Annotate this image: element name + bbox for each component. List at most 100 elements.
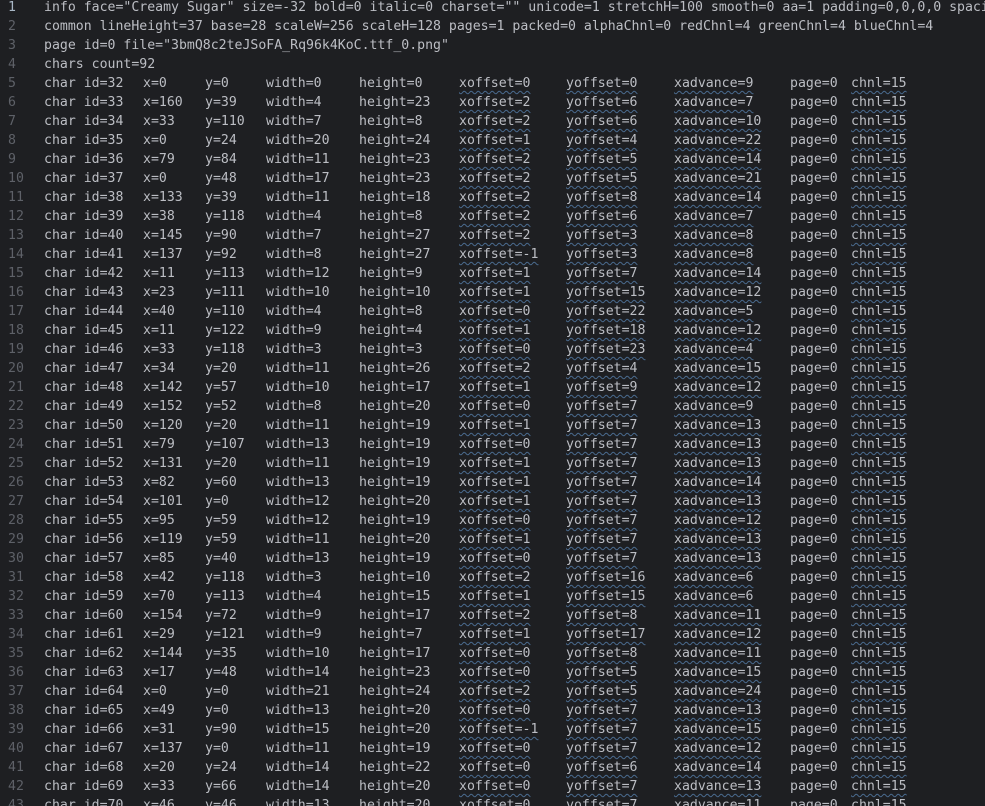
code-line[interactable]: 41 char id=68 x=20 y=24 width=14 height=22 xof… <box>0 758 985 777</box>
code-line[interactable]: 19 char id=46 x=33 y=118 width=3 height=3 xoff… <box>0 340 985 359</box>
code-token: page=0 <box>790 228 838 243</box>
code-token: page=0 <box>790 133 838 148</box>
code-token: height=23 <box>359 95 431 110</box>
code-token: yoffset=7 <box>566 456 638 471</box>
code-token: height=10 <box>359 285 431 300</box>
code-line[interactable]: 39 char id=66 x=31 y=90 width=15 height=20 xof… <box>0 720 985 739</box>
code-token: xadvance=11 <box>674 646 762 661</box>
code-token: x=131 <box>143 456 183 471</box>
code-token: xoffset=1 <box>459 475 531 490</box>
code-token: xoffset=1 <box>459 494 531 509</box>
code-token: height=23 <box>359 171 431 186</box>
code-token: chnl=15 <box>851 171 907 186</box>
code-line[interactable]: 4 chars count=92 <box>0 55 985 74</box>
code-token: chnl=15 <box>851 247 907 262</box>
code-token: char id=34 <box>44 114 124 129</box>
code-line[interactable]: 25 char id=52 x=131 y=20 width=11 height=19 xo… <box>0 454 985 473</box>
code-token: chnl=15 <box>851 494 907 509</box>
code-token: y=0 <box>205 741 229 756</box>
code-line[interactable]: 40 char id=67 x=137 y=0 width=11 height=19 xof… <box>0 739 985 758</box>
code-line[interactable]: 17 char id=44 x=40 y=110 width=4 height=8 xoff… <box>0 302 985 321</box>
code-line[interactable]: 38 char id=65 x=49 y=0 width=13 height=20 xoff… <box>0 701 985 720</box>
line-number: 3 <box>8 38 16 53</box>
code-token: xadvance=13 <box>674 779 762 794</box>
code-line[interactable]: 37 char id=64 x=0 y=0 width=21 height=24 xoffs… <box>0 682 985 701</box>
code-token: xadvance=11 <box>674 608 762 623</box>
code-line[interactable]: 5 char id=32 x=0 y=0 width=0 height=0 xoffset=… <box>0 74 985 93</box>
code-token: page=0 <box>790 456 838 471</box>
code-token: yoffset=5 <box>566 684 638 699</box>
code-token: height=18 <box>359 190 431 205</box>
code-token: width=10 <box>266 285 330 300</box>
code-token: page=0 <box>790 304 838 319</box>
code-line[interactable]: 43 char id=70 x=46 y=46 width=13 height=20 xof… <box>0 796 985 806</box>
code-line[interactable]: 16 char id=43 x=23 y=111 width=10 height=10 xo… <box>0 283 985 302</box>
code-token: x=0 <box>143 133 167 148</box>
code-line[interactable]: 9 char id=36 x=79 y=84 width=11 height=23 xoff… <box>0 150 985 169</box>
code-token: height=9 <box>359 266 423 281</box>
code-token: y=48 <box>205 171 237 186</box>
code-line[interactable]: 15 char id=42 x=11 y=113 width=12 height=9 xof… <box>0 264 985 283</box>
code-line[interactable]: 1 info face="Creamy Sugar" size=-32 bold=… <box>0 0 985 17</box>
code-token: chnl=15 <box>851 133 907 148</box>
code-line[interactable]: 8 char id=35 x=0 y=24 width=20 height=24 xoffs… <box>0 131 985 150</box>
line-number: 30 <box>8 551 24 566</box>
code-token: width=11 <box>266 361 330 376</box>
code-line[interactable]: 30 char id=57 x=85 y=40 width=13 height=19 xof… <box>0 549 985 568</box>
code-line[interactable]: 3 page id=0 file="3bmQ8c2teJSoFA_Rq96k4Ko… <box>0 36 985 55</box>
code-line[interactable]: 18 char id=45 x=11 y=122 width=9 height=4 xoff… <box>0 321 985 340</box>
code-token: height=20 <box>359 722 431 737</box>
code-line[interactable]: 26 char id=53 x=82 y=60 width=13 height=19 xof… <box>0 473 985 492</box>
code-line[interactable]: 34 char id=61 x=29 y=121 width=9 height=7 xoff… <box>0 625 985 644</box>
code-line[interactable]: 2 common lineHeight=37 base=28 scaleW=256… <box>0 17 985 36</box>
code-token: x=82 <box>143 475 175 490</box>
code-line[interactable]: 36 char id=63 x=17 y=48 width=14 height=23 xof… <box>0 663 985 682</box>
code-line[interactable]: 31 char id=58 x=42 y=118 width=3 height=10 xof… <box>0 568 985 587</box>
code-line[interactable]: 7 char id=34 x=33 y=110 width=7 height=8 xoffs… <box>0 112 985 131</box>
code-token: yoffset=6 <box>566 95 638 110</box>
code-token: yoffset=4 <box>566 361 638 376</box>
code-token: width=0 <box>266 76 322 91</box>
code-line[interactable]: 29 char id=56 x=119 y=59 width=11 height=20 xo… <box>0 530 985 549</box>
code-line[interactable]: 28 char id=55 x=95 y=59 width=12 height=19 xof… <box>0 511 985 530</box>
code-token: char id=32 <box>44 76 124 91</box>
code-line[interactable]: 42 char id=69 x=33 y=66 width=14 height=20 xof… <box>0 777 985 796</box>
text-editor[interactable]: 1 info face="Creamy Sugar" size=-32 bold=… <box>0 0 985 806</box>
code-token: y=40 <box>205 551 237 566</box>
code-token: char id=37 <box>44 171 124 186</box>
line-number: 40 <box>8 741 24 756</box>
code-line[interactable]: 27 char id=54 x=101 y=0 width=12 height=20 xof… <box>0 492 985 511</box>
code-line[interactable]: 22 char id=49 x=152 y=52 width=8 height=20 xof… <box>0 397 985 416</box>
code-token: chnl=15 <box>851 323 907 338</box>
code-line[interactable]: 10 char id=37 x=0 y=48 width=17 height=23 xoff… <box>0 169 985 188</box>
code-token: page=0 <box>790 190 838 205</box>
code-token: page=0 <box>790 570 838 585</box>
code-token: width=11 <box>266 152 330 167</box>
code-line[interactable]: 12 char id=39 x=38 y=118 width=4 height=8 xoff… <box>0 207 985 226</box>
code-token: xadvance=12 <box>674 323 762 338</box>
code-token: page=0 <box>790 399 838 414</box>
code-line[interactable]: 33 char id=60 x=154 y=72 width=9 height=17 xof… <box>0 606 985 625</box>
code-line[interactable]: 35 char id=62 x=144 y=35 width=10 height=17 xo… <box>0 644 985 663</box>
line-number: 19 <box>8 342 24 357</box>
code-token: x=137 <box>143 741 183 756</box>
code-token: height=4 <box>359 323 423 338</box>
code-token: yoffset=7 <box>566 513 638 528</box>
code-line[interactable]: 24 char id=51 x=79 y=107 width=13 height=19 xo… <box>0 435 985 454</box>
code-line[interactable]: 20 char id=47 x=34 y=20 width=11 height=26 xof… <box>0 359 985 378</box>
line-number: 5 <box>8 76 16 91</box>
line-number: 13 <box>8 228 24 243</box>
code-line[interactable]: 14 char id=41 x=137 y=92 width=8 height=27 xof… <box>0 245 985 264</box>
code-token: yoffset=5 <box>566 152 638 167</box>
code-line[interactable]: 32 char id=59 x=70 y=113 width=4 height=15 xof… <box>0 587 985 606</box>
code-token: xoffset=0 <box>459 646 531 661</box>
code-token: y=113 <box>205 589 245 604</box>
code-line[interactable]: 6 char id=33 x=160 y=39 width=4 height=23 xoff… <box>0 93 985 112</box>
code-line[interactable]: 11 char id=38 x=133 y=39 width=11 height=18 xo… <box>0 188 985 207</box>
code-line[interactable]: 23 char id=50 x=120 y=20 width=11 height=19 xo… <box>0 416 985 435</box>
code-line[interactable]: 21 char id=48 x=142 y=57 width=10 height=17 xo… <box>0 378 985 397</box>
code-token: yoffset=7 <box>566 266 638 281</box>
code-line[interactable]: 13 char id=40 x=145 y=90 width=7 height=27 xof… <box>0 226 985 245</box>
code-token: width=12 <box>266 513 330 528</box>
code-token: yoffset=7 <box>566 475 638 490</box>
